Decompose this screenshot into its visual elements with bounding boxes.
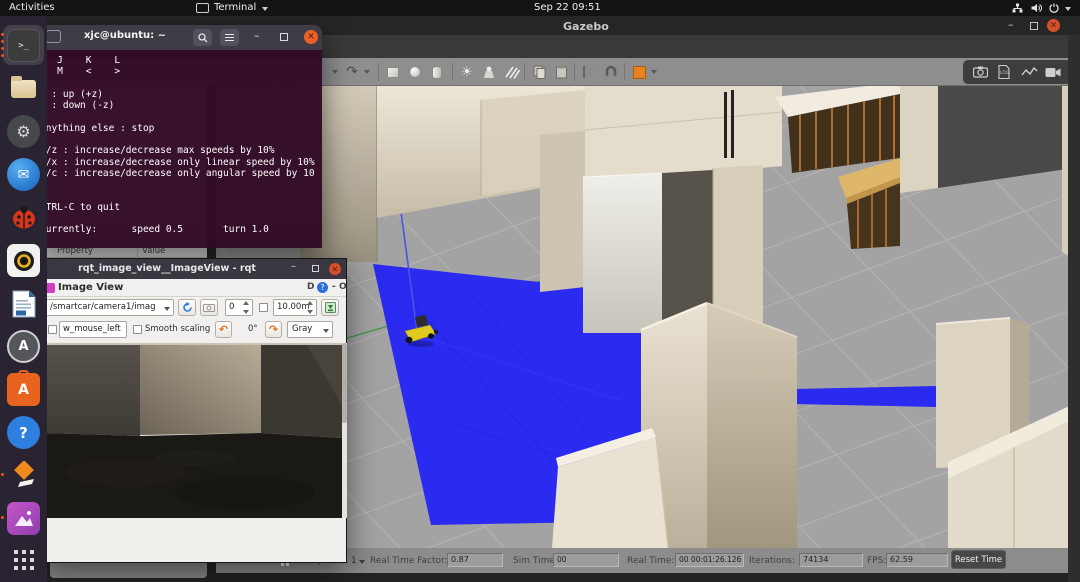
app-menu-chevron-icon: [262, 7, 268, 11]
terminal-minimize-button[interactable]: –: [254, 29, 260, 42]
gear-icon: ⚙: [7, 115, 40, 148]
app-menu[interactable]: Terminal: [214, 1, 256, 15]
zoom-spinbox[interactable]: 0: [225, 299, 253, 316]
rotate-right-button[interactable]: ↷: [265, 321, 282, 338]
plugin-help-button[interactable]: ?: [317, 282, 328, 293]
mouse-topic-field[interactable]: w_mouse_left: [59, 321, 127, 338]
app-menu-icon: [196, 3, 209, 13]
steps-chevron-icon[interactable]: [359, 560, 365, 564]
writer-document-icon: [7, 287, 40, 320]
iterations-label: Iterations:: [749, 556, 795, 566]
power-icon[interactable]: [1049, 3, 1059, 18]
terminal-search-button[interactable]: [193, 29, 212, 46]
real-time-value: 00 00:01:26.126: [675, 553, 744, 567]
dock-item-files[interactable]: [7, 72, 40, 105]
system-menu-chevron-icon[interactable]: [1065, 7, 1071, 11]
rtf-label: Real Time Factor:: [370, 556, 448, 566]
orange-diamond-icon: [7, 459, 40, 492]
help-icon: ?: [7, 416, 40, 449]
network-icon[interactable]: [1012, 3, 1023, 18]
image-view-plugin-title: Image View: [58, 282, 123, 293]
rqt-maximize-button[interactable]: [312, 265, 319, 272]
refresh-topics-button[interactable]: [178, 299, 196, 316]
system-topbar: Activities Terminal Sep 22 09:51: [0, 0, 1080, 16]
gazebo-right-border: [1068, 35, 1080, 582]
dock: >_ ⚙ ✉ A A: [0, 16, 47, 582]
dock-item-ubuntu-software[interactable]: A: [7, 373, 40, 406]
rqt-close-button[interactable]: ✕: [329, 263, 341, 275]
dynamic-range-checkbox[interactable]: [259, 303, 268, 312]
dock-item-debug-bug[interactable]: [7, 201, 40, 234]
colormap-selector[interactable]: Gray: [287, 321, 333, 338]
sim-time-label: Sim Time:: [513, 556, 558, 566]
dock-item-show-applications[interactable]: [7, 543, 40, 576]
image-viewer-icon: [7, 502, 40, 535]
sim-time-value: 00 00:01:14.134: [553, 553, 619, 567]
rotation-value: 0°: [248, 324, 258, 334]
rotate-left-button[interactable]: ↶: [215, 321, 232, 338]
snapshot-button[interactable]: [200, 299, 218, 316]
dock-item-settings[interactable]: ⚙: [7, 115, 40, 148]
image-view-toolbar-2: w_mouse_left Smooth scaling ↶ 0° ↷ Gray: [42, 319, 346, 341]
fps-value: 62.59: [886, 553, 948, 567]
image-view-plugin-header[interactable]: Image View D ? - O: [42, 279, 346, 297]
terminal-menu-icon[interactable]: [220, 29, 239, 46]
terminal-body[interactable]: J K L M < > t : up (+z) b : down (-z) an…: [30, 50, 322, 248]
reset-time-button[interactable]: Reset Time: [951, 550, 1006, 569]
plugin-minimize-button[interactable]: -: [332, 282, 336, 292]
real-time-label: Real Time:: [627, 556, 674, 566]
terminal-close-button[interactable]: ✕: [304, 30, 318, 44]
terminal-icon: >_: [7, 29, 40, 62]
ladybug-icon: [7, 201, 40, 234]
speaker-icon: [7, 244, 40, 277]
rtf-value: 0.87: [447, 553, 503, 567]
image-scrollbar[interactable]: [342, 343, 347, 518]
ubuntu-software-icon: A: [7, 373, 40, 406]
publish-click-checkbox[interactable]: [48, 325, 57, 334]
smooth-scaling-checkbox[interactable]: [133, 325, 142, 334]
terminal-titlebar[interactable]: xjc@ubuntu: ~ – ✕: [30, 25, 322, 50]
activities-button[interactable]: Activities: [9, 1, 55, 15]
topic-selector[interactable]: /smartcar/camera1/imag: [45, 299, 174, 316]
desktop: Gazebo – ✕ ↷ ☀: [0, 0, 1080, 582]
iterations-value: 74134: [799, 553, 863, 567]
rqt-titlebar[interactable]: rqt_image_view__ImageView - rqt – ✕: [42, 259, 346, 279]
terminal-output: J K L M < > t : up (+z) b : down (-z) an…: [30, 50, 322, 236]
clock[interactable]: Sep 22 09:51: [534, 1, 601, 15]
fps-label: FPS:: [867, 556, 886, 566]
max-range-spinbox[interactable]: 10.00m: [273, 299, 317, 316]
dock-item-draw-tool[interactable]: [7, 459, 40, 492]
dock-item-image-viewer[interactable]: [7, 502, 40, 535]
plugin-dock-button[interactable]: D: [307, 282, 314, 292]
chevron-down-icon: [323, 329, 329, 333]
camera-image: [45, 343, 342, 518]
save-image-button[interactable]: [321, 299, 339, 316]
image-view-toolbar-1: /smartcar/camera1/imag 0 10.00m: [42, 297, 346, 319]
smooth-scaling-label: Smooth scaling: [145, 324, 210, 334]
volume-icon[interactable]: [1031, 3, 1042, 18]
plugin-close-button[interactable]: O: [339, 282, 347, 292]
dock-item-music-speaker[interactable]: [7, 244, 40, 277]
rqt-window: rqt_image_view__ImageView - rqt – ✕ Imag…: [41, 258, 347, 563]
rqt-window-title: rqt_image_view__ImageView - rqt: [42, 263, 292, 274]
thunderbird-icon: ✉: [7, 158, 40, 191]
terminal-title: xjc@ubuntu: ~: [30, 30, 220, 41]
dock-item-libreoffice-writer[interactable]: [7, 287, 40, 320]
terminal-window: xjc@ubuntu: ~ – ✕ J K L M < > t : up (+z…: [30, 25, 322, 248]
dock-item-app-a-circle[interactable]: A: [7, 330, 40, 363]
dock-item-terminal[interactable]: >_: [7, 29, 40, 62]
files-icon: [7, 72, 40, 105]
a-circle-icon: A: [7, 330, 40, 363]
chevron-down-icon: [164, 307, 170, 311]
rqt-minimize-button[interactable]: –: [291, 261, 296, 272]
terminal-maximize-button[interactable]: [280, 33, 288, 41]
steps-value[interactable]: 1: [351, 556, 357, 566]
show-apps-grid-icon: [7, 543, 40, 576]
dock-item-help[interactable]: ?: [7, 416, 40, 449]
dock-item-thunderbird[interactable]: ✉: [7, 158, 40, 191]
